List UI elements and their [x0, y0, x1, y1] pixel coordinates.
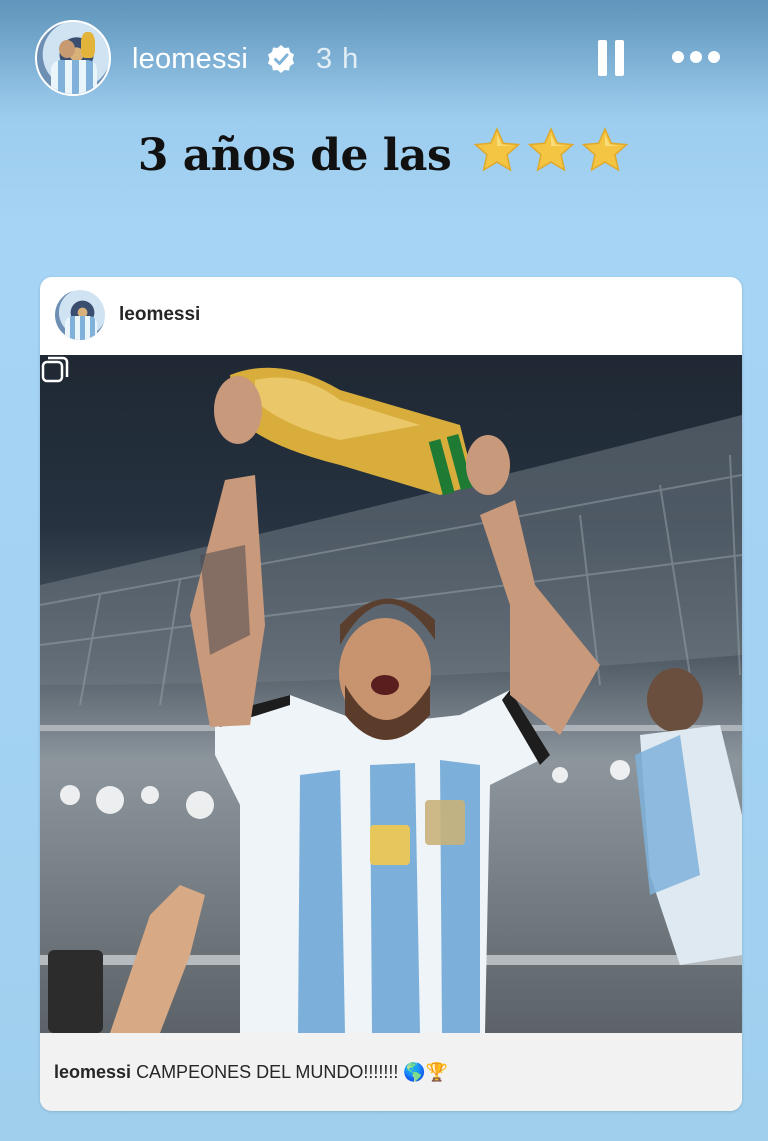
- story-headline: 3 años de las: [0, 126, 768, 181]
- story-top-bar: [0, 0, 768, 120]
- headline-text: 3 años de las: [137, 130, 452, 181]
- post-caption: leomessi CAMPEONES DEL MUNDO!!!!!!! 🌎🏆: [40, 1033, 742, 1111]
- photo-illustration: [40, 367, 742, 1033]
- post-username[interactable]: leomessi: [119, 304, 200, 326]
- story-avatar[interactable]: [35, 20, 111, 96]
- caption-body: CAMPEONES DEL MUNDO!!!!!!! 🌎🏆: [136, 1062, 449, 1082]
- story-username[interactable]: leomessi: [132, 43, 248, 76]
- story-timestamp: 3 h: [316, 43, 360, 75]
- more-options-icon[interactable]: [672, 48, 726, 66]
- carousel-icon: [41, 356, 69, 383]
- post-photo[interactable]: [40, 355, 742, 1033]
- caption-username[interactable]: leomessi: [54, 1062, 131, 1082]
- caption-text: leomessi CAMPEONES DEL MUNDO!!!!!!! 🌎🏆: [54, 1062, 448, 1083]
- post-header: leomessi: [40, 277, 742, 355]
- three-stars-icon: [473, 127, 628, 172]
- pause-icon[interactable]: [598, 40, 626, 76]
- post-avatar[interactable]: [55, 290, 105, 340]
- verified-badge-icon: [268, 45, 294, 73]
- shared-post-card[interactable]: leomessi leomessi CAMPEONES DEL MUNDO!!!…: [40, 277, 742, 1111]
